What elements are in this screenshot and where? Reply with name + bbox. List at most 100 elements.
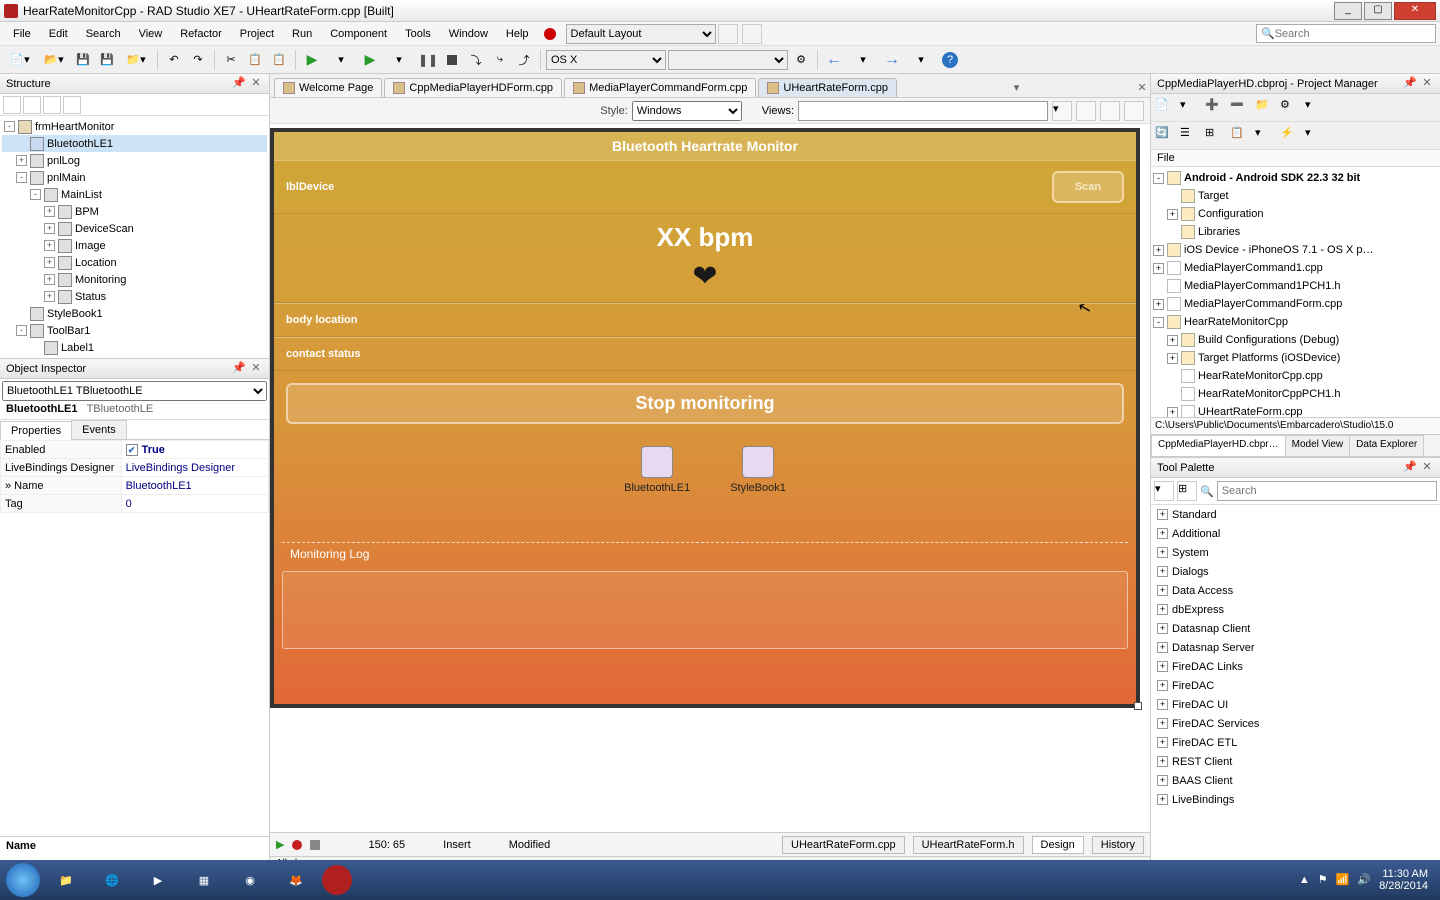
forward-drop[interactable]: ▾ xyxy=(905,49,937,71)
expand-icon[interactable]: + xyxy=(1157,566,1168,577)
scan-button[interactable]: Scan xyxy=(1052,171,1124,203)
tab-cppmediaplayer[interactable]: CppMediaPlayerHDForm.cpp xyxy=(384,78,562,97)
taskbar-mediaplayer[interactable]: ▶ xyxy=(138,864,178,896)
palette-category[interactable]: +Standard xyxy=(1151,505,1440,524)
structure-node[interactable]: -ToolBar1 xyxy=(2,322,267,339)
views-input[interactable] xyxy=(798,101,1048,121)
proj-btn[interactable]: ▾ xyxy=(1304,125,1326,147)
subtab-history[interactable]: History xyxy=(1092,836,1144,854)
expand-icon[interactable]: + xyxy=(44,291,55,302)
structure-node[interactable]: +pnlLog xyxy=(2,152,267,169)
expand-icon[interactable]: - xyxy=(30,189,41,200)
expand-icon[interactable]: + xyxy=(16,155,27,166)
expand-icon[interactable]: + xyxy=(1153,299,1164,310)
proj-btn[interactable]: ▾ xyxy=(1254,125,1276,147)
new-button[interactable]: 📄▾ xyxy=(4,49,36,71)
expand-icon[interactable]: - xyxy=(16,325,27,336)
taskbar-firefox[interactable]: 🦊 xyxy=(276,864,316,896)
cut-button[interactable]: ✂ xyxy=(220,49,242,71)
copy-button[interactable]: 📋 xyxy=(244,49,266,71)
step-into-button[interactable]: ⤷ xyxy=(489,49,511,71)
expand-icon[interactable]: + xyxy=(1157,547,1168,558)
palette-category[interactable]: +FireDAC Links xyxy=(1151,657,1440,676)
expand-icon[interactable]: + xyxy=(44,206,55,217)
run-without-debug-button[interactable]: ▶ xyxy=(359,49,381,71)
back-drop[interactable]: ▾ xyxy=(847,49,879,71)
structure-node[interactable]: BluetoothLE1 xyxy=(2,135,267,152)
expand-icon[interactable]: + xyxy=(1157,604,1168,615)
project-node[interactable]: HearRateMonitorCpp.cpp xyxy=(1153,367,1438,385)
structure-tb-1[interactable] xyxy=(3,96,21,114)
taskbar-app[interactable]: ▦ xyxy=(184,864,224,896)
taskbar-chrome[interactable]: ◉ xyxy=(230,864,270,896)
tray-volume-icon[interactable]: 🔊 xyxy=(1357,874,1371,886)
project-node[interactable]: Target xyxy=(1153,187,1438,205)
pin-icon[interactable]: 📌 xyxy=(1403,77,1417,91)
expand-icon[interactable]: + xyxy=(1167,407,1178,418)
proj-btn[interactable]: ⚙ xyxy=(1279,97,1301,119)
projtab-projects[interactable]: CppMediaPlayerHD.cbpr… xyxy=(1151,435,1286,456)
expand-icon[interactable]: + xyxy=(1157,718,1168,729)
expand-icon[interactable]: + xyxy=(1167,353,1178,364)
minimize-button[interactable]: _ xyxy=(1334,2,1362,20)
menu-edit[interactable]: Edit xyxy=(40,25,77,43)
forward-button[interactable]: → xyxy=(881,49,903,71)
views-btn-2[interactable] xyxy=(1100,101,1120,121)
palette-category[interactable]: +dbExpress xyxy=(1151,600,1440,619)
tab-welcome[interactable]: Welcome Page xyxy=(274,78,382,97)
palette-category[interactable]: +Dialogs xyxy=(1151,562,1440,581)
expand-icon[interactable]: - xyxy=(4,121,15,132)
proj-btn[interactable]: ▾ xyxy=(1179,97,1201,119)
projtab-modelview[interactable]: Model View xyxy=(1285,435,1351,456)
prop-value[interactable]: 0 xyxy=(121,495,268,513)
structure-node[interactable]: +Image xyxy=(2,237,267,254)
expand-icon[interactable]: - xyxy=(1153,173,1164,184)
menu-file[interactable]: File xyxy=(4,25,40,43)
proj-btn[interactable]: ☰ xyxy=(1179,125,1201,147)
layout-save-button[interactable] xyxy=(718,24,738,44)
project-node[interactable]: -Android - Android SDK 22.3 32 bit xyxy=(1153,169,1438,187)
open-button[interactable]: 📂▾ xyxy=(38,49,70,71)
structure-tb-3[interactable] xyxy=(43,96,61,114)
tab-events[interactable]: Events xyxy=(71,420,127,439)
deploy-button[interactable]: ⚙ xyxy=(790,49,812,71)
structure-node[interactable]: Label1 xyxy=(2,339,267,356)
menu-project[interactable]: Project xyxy=(231,25,283,43)
structure-tree[interactable]: -frmHeartMonitorBluetoothLE1+pnlLog-pnlM… xyxy=(0,116,269,358)
project-node[interactable]: +MediaPlayerCommand1.cpp xyxy=(1153,259,1438,277)
subtab-h[interactable]: UHeartRateForm.h xyxy=(913,836,1024,854)
project-node[interactable]: +iOS Device - iPhoneOS 7.1 - OS X p… xyxy=(1153,241,1438,259)
redo-button[interactable]: ↷ xyxy=(187,49,209,71)
taskbar-clock[interactable]: 11:30 AM 8/28/2014 xyxy=(1379,868,1428,892)
expand-icon[interactable]: + xyxy=(44,257,55,268)
expand-icon[interactable]: + xyxy=(1157,756,1168,767)
expand-icon[interactable]: - xyxy=(16,172,27,183)
proj-btn[interactable]: 📋 xyxy=(1229,125,1251,147)
ide-search-box[interactable]: 🔍 xyxy=(1256,24,1436,43)
tray-up-icon[interactable]: ▲ xyxy=(1299,874,1310,886)
resize-grip[interactable] xyxy=(1134,702,1142,710)
proj-btn[interactable]: ⊞ xyxy=(1204,125,1226,147)
save-button[interactable]: 💾 xyxy=(72,49,94,71)
expand-icon[interactable]: + xyxy=(1157,642,1168,653)
menu-refactor[interactable]: Refactor xyxy=(171,25,231,43)
tab-mediaplayercommand[interactable]: MediaPlayerCommandForm.cpp xyxy=(564,78,756,97)
palette-category[interactable]: +Datasnap Server xyxy=(1151,638,1440,657)
structure-tb-4[interactable] xyxy=(63,96,81,114)
form-frmheartmonitor[interactable]: Bluetooth Heartrate Monitor lblDevice Sc… xyxy=(270,128,1140,708)
views-btn-3[interactable] xyxy=(1124,101,1144,121)
component-stylebook1[interactable]: StyleBook1 xyxy=(730,446,786,494)
save-all-button[interactable]: 💾 xyxy=(96,49,118,71)
close-panel-icon[interactable]: ✕ xyxy=(1420,77,1434,91)
proj-btn[interactable]: ▾ xyxy=(1304,97,1326,119)
layout-select[interactable]: Default Layout xyxy=(566,24,716,44)
device-select[interactable] xyxy=(668,50,788,70)
layout-delete-button[interactable] xyxy=(742,24,762,44)
structure-node[interactable]: +Location xyxy=(2,254,267,271)
run-drop-button[interactable]: ▾ xyxy=(325,49,357,71)
open-project-button[interactable]: 📁▾ xyxy=(120,49,152,71)
palette-category[interactable]: +FireDAC Services xyxy=(1151,714,1440,733)
views-drop-button[interactable]: ▾ xyxy=(1052,101,1072,121)
menu-search[interactable]: Search xyxy=(77,25,130,43)
macro-record-icon[interactable] xyxy=(292,840,302,850)
